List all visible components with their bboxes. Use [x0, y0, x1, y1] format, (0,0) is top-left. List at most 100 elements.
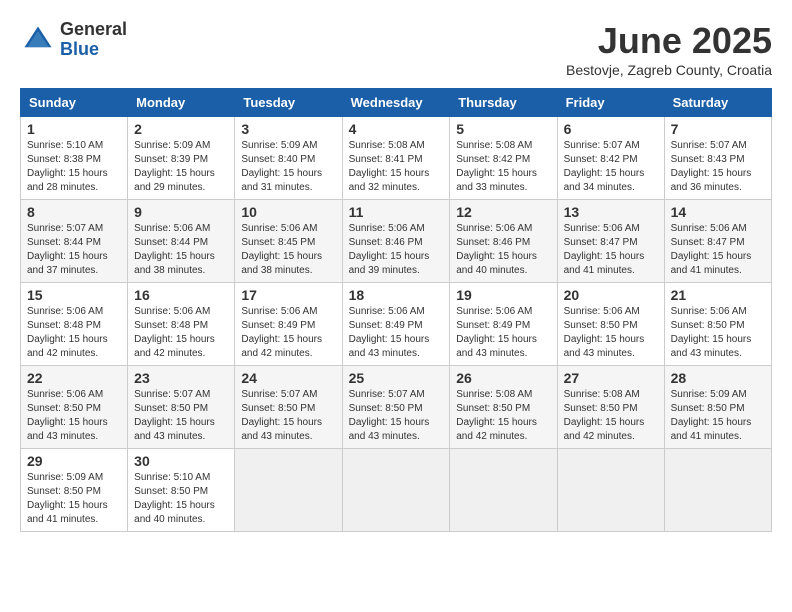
day-18: 18 Sunrise: 5:06 AMSunset: 8:49 PMDayligh… — [342, 283, 450, 366]
empty-day — [235, 449, 342, 532]
day-info: Sunrise: 5:06 AMSunset: 8:48 PMDaylight:… — [27, 305, 121, 361]
day-number: 24 — [241, 370, 335, 386]
day-number: 28 — [671, 370, 765, 386]
day-info: Sunrise: 5:08 AMSunset: 8:50 PMDaylight:… — [564, 388, 658, 444]
day-info: Sunrise: 5:07 AMSunset: 8:50 PMDaylight:… — [134, 388, 228, 444]
month-title: June 2025 — [566, 20, 772, 62]
week-row-4: 22 Sunrise: 5:06 AMSunset: 8:50 PMDayligh… — [21, 366, 772, 449]
day-number: 26 — [456, 370, 550, 386]
header-wednesday: Wednesday — [342, 89, 450, 117]
day-12: 12Sunrise: 5:06 AMSunset: 8:46 PMDayligh… — [450, 200, 557, 283]
day-1: 1 Sunrise: 5:10 AMSunset: 8:38 PMDaylight… — [21, 117, 128, 200]
day-24: 24 Sunrise: 5:07 AMSunset: 8:50 PMDayligh… — [235, 366, 342, 449]
day-info: Sunrise: 5:07 AMSunset: 8:42 PMDaylight:… — [564, 139, 658, 195]
location: Bestovje, Zagreb County, Croatia — [566, 62, 772, 78]
logo-text: General Blue — [60, 20, 127, 60]
calendar: Sunday Monday Tuesday Wednesday Thursday… — [20, 88, 772, 532]
day-info: Sunrise: 5:06 AMSunset: 8:49 PMDaylight:… — [456, 305, 550, 361]
day-11: 11Sunrise: 5:06 AMSunset: 8:46 PMDayligh… — [342, 200, 450, 283]
day-5: 5 Sunrise: 5:08 AMSunset: 8:42 PMDaylight… — [450, 117, 557, 200]
header: General Blue June 2025 Bestovje, Zagreb … — [20, 20, 772, 78]
logo-blue-text: Blue — [60, 40, 127, 60]
day-number: 29 — [27, 453, 121, 469]
day-20: 20 Sunrise: 5:06 AMSunset: 8:50 PMDayligh… — [557, 283, 664, 366]
day-number: 25 — [349, 370, 444, 386]
day-number: 3 — [241, 121, 335, 137]
day-info: Sunrise: 5:06 AMSunset: 8:49 PMDaylight:… — [241, 305, 335, 361]
day-21: 21 Sunrise: 5:06 AMSunset: 8:50 PMDayligh… — [664, 283, 771, 366]
day-number: 1 — [27, 121, 121, 137]
day-number: 9 — [134, 204, 228, 220]
day-number: 13 — [564, 204, 658, 220]
day-number: 7 — [671, 121, 765, 137]
day-27: 27 Sunrise: 5:08 AMSunset: 8:50 PMDayligh… — [557, 366, 664, 449]
day-15: 15Sunrise: 5:06 AMSunset: 8:48 PMDayligh… — [21, 283, 128, 366]
day-number: 22 — [27, 370, 121, 386]
day-info: Sunrise: 5:06 AMSunset: 8:50 PMDaylight:… — [671, 305, 765, 361]
day-info: Sunrise: 5:06 AMSunset: 8:49 PMDaylight:… — [349, 305, 444, 361]
logo-icon — [20, 22, 56, 58]
empty-day — [342, 449, 450, 532]
day-25: 25 Sunrise: 5:07 AMSunset: 8:50 PMDayligh… — [342, 366, 450, 449]
day-info: Sunrise: 5:09 AMSunset: 8:50 PMDaylight:… — [671, 388, 765, 444]
day-19: 19 Sunrise: 5:06 AMSunset: 8:49 PMDayligh… — [450, 283, 557, 366]
day-number: 2 — [134, 121, 228, 137]
weekday-header-row: Sunday Monday Tuesday Wednesday Thursday… — [21, 89, 772, 117]
day-22: 22 Sunrise: 5:06 AMSunset: 8:50 PMDayligh… — [21, 366, 128, 449]
day-info: Sunrise: 5:07 AMSunset: 8:50 PMDaylight:… — [241, 388, 335, 444]
day-4: 4Sunrise: 5:08 AMSunset: 8:41 PMDaylight… — [342, 117, 450, 200]
day-info: Sunrise: 5:07 AMSunset: 8:44 PMDaylight:… — [27, 222, 121, 278]
day-3: 3 Sunrise: 5:09 AMSunset: 8:40 PMDaylight… — [235, 117, 342, 200]
header-saturday: Saturday — [664, 89, 771, 117]
day-number: 16 — [134, 287, 228, 303]
day-info: Sunrise: 5:06 AMSunset: 8:47 PMDaylight:… — [564, 222, 658, 278]
day-info: Sunrise: 5:06 AMSunset: 8:44 PMDaylight:… — [134, 222, 228, 278]
empty-day — [557, 449, 664, 532]
day-13: 13 Sunrise: 5:06 AMSunset: 8:47 PMDayligh… — [557, 200, 664, 283]
title-area: June 2025 Bestovje, Zagreb County, Croat… — [566, 20, 772, 78]
day-info: Sunrise: 5:06 AMSunset: 8:46 PMDaylight:… — [349, 222, 444, 278]
logo-general-text: General — [60, 20, 127, 40]
day-2: 2 Sunrise: 5:09 AMSunset: 8:39 PMDaylight… — [128, 117, 235, 200]
day-number: 12 — [456, 204, 550, 220]
day-8: 8 Sunrise: 5:07 AMSunset: 8:44 PMDaylight… — [21, 200, 128, 283]
day-info: Sunrise: 5:07 AMSunset: 8:43 PMDaylight:… — [671, 139, 765, 195]
day-9: 9 Sunrise: 5:06 AMSunset: 8:44 PMDaylight… — [128, 200, 235, 283]
day-number: 5 — [456, 121, 550, 137]
day-number: 20 — [564, 287, 658, 303]
header-thursday: Thursday — [450, 89, 557, 117]
week-row-2: 8 Sunrise: 5:07 AMSunset: 8:44 PMDaylight… — [21, 200, 772, 283]
header-friday: Friday — [557, 89, 664, 117]
header-sunday: Sunday — [21, 89, 128, 117]
day-info: Sunrise: 5:06 AMSunset: 8:47 PMDaylight:… — [671, 222, 765, 278]
day-info: Sunrise: 5:06 AMSunset: 8:50 PMDaylight:… — [27, 388, 121, 444]
day-info: Sunrise: 5:06 AMSunset: 8:50 PMDaylight:… — [564, 305, 658, 361]
day-info: Sunrise: 5:07 AMSunset: 8:50 PMDaylight:… — [349, 388, 444, 444]
day-number: 8 — [27, 204, 121, 220]
day-number: 19 — [456, 287, 550, 303]
day-info: Sunrise: 5:08 AMSunset: 8:41 PMDaylight:… — [349, 139, 444, 195]
day-7: 7 Sunrise: 5:07 AMSunset: 8:43 PMDaylight… — [664, 117, 771, 200]
header-monday: Monday — [128, 89, 235, 117]
day-info: Sunrise: 5:09 AMSunset: 8:50 PMDaylight:… — [27, 471, 121, 527]
day-number: 18 — [349, 287, 444, 303]
day-23: 23 Sunrise: 5:07 AMSunset: 8:50 PMDayligh… — [128, 366, 235, 449]
day-number: 21 — [671, 287, 765, 303]
day-info: Sunrise: 5:10 AMSunset: 8:50 PMDaylight:… — [134, 471, 228, 527]
day-info: Sunrise: 5:08 AMSunset: 8:42 PMDaylight:… — [456, 139, 550, 195]
day-28: 28 Sunrise: 5:09 AMSunset: 8:50 PMDayligh… — [664, 366, 771, 449]
day-number: 14 — [671, 204, 765, 220]
day-number: 10 — [241, 204, 335, 220]
empty-day — [664, 449, 771, 532]
day-30: 30Sunrise: 5:10 AMSunset: 8:50 PMDayligh… — [128, 449, 235, 532]
day-number: 6 — [564, 121, 658, 137]
day-info: Sunrise: 5:10 AMSunset: 8:38 PMDaylight:… — [27, 139, 121, 195]
day-number: 27 — [564, 370, 658, 386]
day-info: Sunrise: 5:09 AMSunset: 8:39 PMDaylight:… — [134, 139, 228, 195]
day-17: 17Sunrise: 5:06 AMSunset: 8:49 PMDayligh… — [235, 283, 342, 366]
logo: General Blue — [20, 20, 127, 60]
day-info: Sunrise: 5:09 AMSunset: 8:40 PMDaylight:… — [241, 139, 335, 195]
day-info: Sunrise: 5:08 AMSunset: 8:50 PMDaylight:… — [456, 388, 550, 444]
day-10: 10Sunrise: 5:06 AMSunset: 8:45 PMDayligh… — [235, 200, 342, 283]
day-number: 23 — [134, 370, 228, 386]
